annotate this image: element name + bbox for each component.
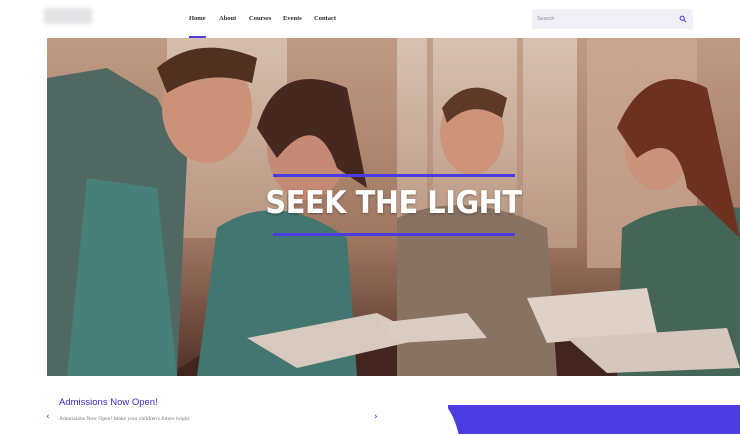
caption-title: Admissions Now Open! (59, 397, 158, 408)
nav-about[interactable]: About (219, 15, 236, 22)
nav-courses[interactable]: Courses (249, 15, 271, 22)
hero-line-top (273, 174, 515, 177)
search-box (532, 9, 693, 29)
caption-text: Admissions Now Open! Make your children'… (59, 416, 191, 422)
search-icon[interactable] (679, 15, 687, 23)
search-input[interactable] (537, 12, 672, 26)
next-slide-arrow-icon[interactable]: › (374, 412, 378, 422)
hero-banner: SEEK THE LIGHT (47, 38, 740, 376)
nav-home[interactable]: Home (189, 15, 206, 38)
hero-title: SEEK THE LIGHT (265, 185, 522, 221)
nav-events[interactable]: Events (283, 15, 302, 22)
hero-line-bottom (273, 233, 515, 236)
nav-contact[interactable]: Contact (314, 15, 336, 22)
site-logo[interactable] (44, 8, 92, 24)
accent-band (448, 405, 740, 434)
prev-slide-arrow-icon[interactable]: ‹ (46, 412, 50, 422)
